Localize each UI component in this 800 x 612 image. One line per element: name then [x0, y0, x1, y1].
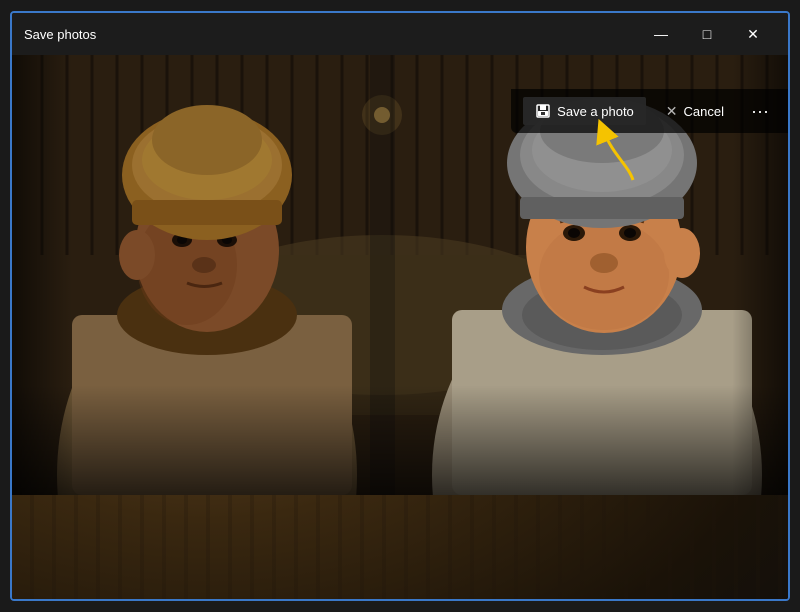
cancel-label: Cancel: [684, 104, 724, 119]
title-bar-controls: — □ ✕: [638, 19, 776, 49]
window-title: Save photos: [24, 27, 96, 42]
maximize-button[interactable]: □: [684, 19, 730, 49]
close-button[interactable]: ✕: [730, 19, 776, 49]
save-photo-button[interactable]: Save a photo: [523, 97, 646, 125]
minimize-button[interactable]: —: [638, 19, 684, 49]
save-photo-icon: [535, 103, 551, 119]
more-options-button[interactable]: ···: [744, 95, 776, 127]
main-window: Save photos — □ ✕: [10, 11, 790, 601]
cancel-x-icon: ✕: [666, 103, 678, 120]
content-area: Save a photo ✕ Cancel ···: [12, 55, 788, 599]
movie-scene: Save a photo ✕ Cancel ···: [12, 55, 788, 599]
title-bar-left: Save photos: [24, 27, 96, 42]
toolbar: Save a photo ✕ Cancel ···: [511, 89, 788, 133]
title-bar: Save photos — □ ✕: [12, 13, 788, 55]
cancel-button[interactable]: ✕ Cancel: [654, 97, 736, 126]
save-photo-label: Save a photo: [557, 104, 634, 119]
